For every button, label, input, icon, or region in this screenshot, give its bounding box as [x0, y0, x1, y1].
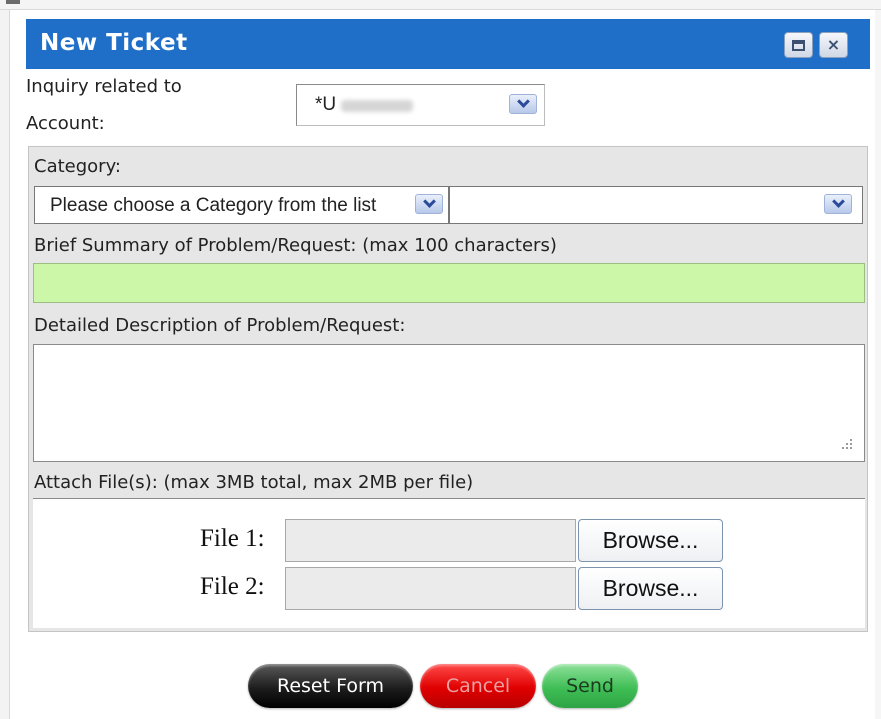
- summary-label: Brief Summary of Problem/Request: (max 1…: [34, 235, 557, 256]
- edge-corner-mark: [6, 0, 20, 4]
- description-label: Detailed Description of Problem/Request:: [34, 315, 406, 336]
- account-select-value: *U: [315, 94, 337, 115]
- window-top-edge: [0, 0, 881, 10]
- minimize-button[interactable]: [784, 32, 813, 58]
- window-left-edge: [0, 10, 10, 719]
- file-1-browse-button[interactable]: Browse...: [578, 519, 723, 562]
- account-label-line2: Account:: [26, 113, 105, 134]
- cancel-button[interactable]: Cancel: [420, 664, 536, 708]
- file-2-path-field[interactable]: [285, 567, 576, 610]
- account-select[interactable]: *U: [296, 84, 545, 126]
- file-2-browse-button[interactable]: Browse...: [578, 567, 723, 610]
- attach-label: Attach File(s): (max 3MB total, max 2MB …: [34, 472, 474, 493]
- dialog-titlebar[interactable]: New Ticket ×: [26, 19, 870, 69]
- account-label-line1: Inquiry related to: [26, 76, 182, 97]
- close-button[interactable]: ×: [819, 32, 848, 58]
- subcategory-select[interactable]: [449, 186, 863, 224]
- category-select-value: Please choose a Category from the list: [50, 195, 377, 216]
- category-select[interactable]: Please choose a Category from the list: [34, 186, 449, 224]
- file-1-path-field[interactable]: [285, 519, 576, 562]
- chevron-down-icon[interactable]: [824, 194, 852, 214]
- close-icon: ×: [826, 35, 841, 54]
- dialog-title: New Ticket: [40, 30, 188, 56]
- chevron-down-icon[interactable]: [509, 94, 537, 114]
- file-2-label: File 2:: [200, 573, 265, 600]
- chevron-down-icon[interactable]: [415, 194, 443, 214]
- send-button[interactable]: Send: [542, 664, 638, 708]
- description-textarea[interactable]: [33, 344, 865, 462]
- window-right-edge: [875, 10, 881, 719]
- ticket-form-panel: Category: Please choose a Category from …: [28, 146, 868, 632]
- minimize-icon: [792, 39, 805, 51]
- summary-input[interactable]: [33, 263, 865, 303]
- resize-grip-icon[interactable]: [840, 437, 854, 451]
- reset-form-button[interactable]: Reset Form: [248, 664, 413, 708]
- account-number-redacted: [341, 100, 413, 112]
- file-attachments: File 1: Browse... File 2: Browse...: [33, 498, 865, 628]
- file-1-label: File 1:: [200, 525, 265, 552]
- category-label: Category:: [34, 156, 121, 177]
